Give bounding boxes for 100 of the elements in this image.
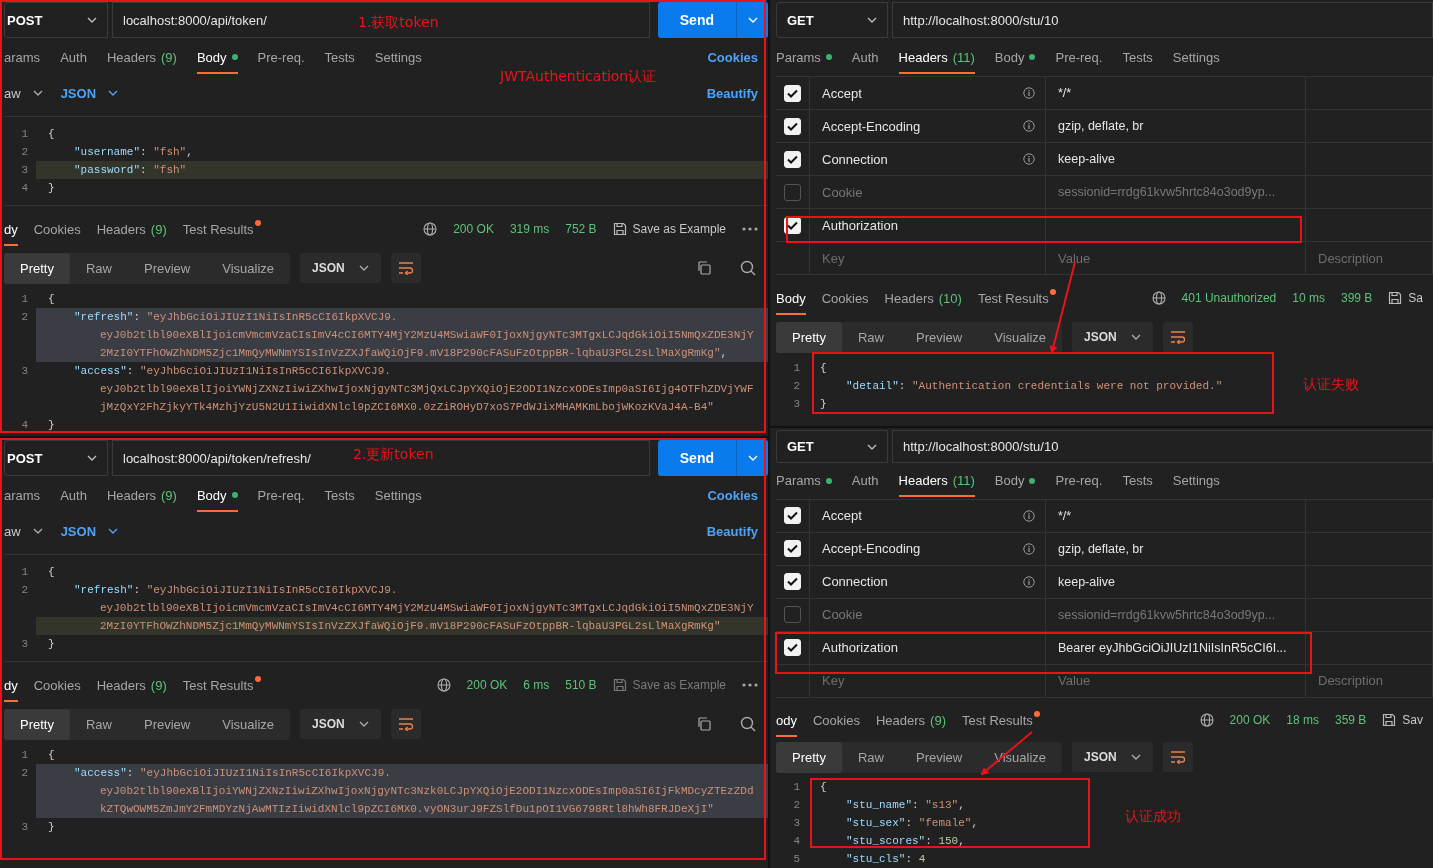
response-tab[interactable]: Test Results	[182, 668, 261, 702]
cookies-link[interactable]: Cookies	[707, 487, 758, 503]
request-tab[interactable]: Headers (9)	[106, 478, 177, 512]
view-tab[interactable]: Raw	[841, 321, 900, 353]
response-tab[interactable]: Test Results	[977, 281, 1056, 315]
format-dropdown[interactable]: JSON	[300, 709, 381, 739]
check-icon	[787, 643, 798, 653]
wrap-lines-button[interactable]	[390, 709, 421, 739]
view-tab[interactable]: Visualize	[206, 252, 291, 284]
method-dropdown[interactable]: GET	[776, 430, 888, 464]
format-dropdown[interactable]: JSON	[1072, 322, 1153, 352]
request-tab[interactable]: Tests	[324, 40, 355, 74]
request-tab[interactable]: Tests	[1122, 40, 1153, 74]
view-tab[interactable]: Preview	[128, 708, 207, 740]
view-tab[interactable]: Pretty	[776, 321, 842, 353]
request-tab[interactable]: Settings	[374, 478, 422, 512]
view-tab[interactable]: Raw	[841, 741, 900, 773]
response-tab[interactable]: dy	[4, 212, 18, 246]
request-tab[interactable]: Auth	[851, 40, 879, 74]
response-tab[interactable]: Test Results	[182, 212, 261, 246]
view-tab[interactable]: Preview	[128, 252, 207, 284]
beautify-link[interactable]: Beautify	[706, 85, 758, 101]
request-tab[interactable]: Params	[776, 464, 832, 498]
checkbox[interactable]	[784, 606, 801, 624]
response-tab[interactable]: Body	[776, 281, 806, 315]
method-dropdown[interactable]: GET	[776, 2, 888, 38]
request-tab[interactable]: Pre-req.	[257, 478, 305, 512]
copy-icon[interactable]	[696, 260, 712, 276]
response-tab[interactable]: Test Results	[961, 703, 1040, 737]
status-code: 200 OK	[466, 678, 508, 692]
format-dropdown[interactable]: JSON	[300, 253, 381, 283]
response-tab[interactable]: dy	[4, 668, 18, 702]
response-tab[interactable]: Cookies	[812, 703, 860, 737]
request-tab[interactable]: arams	[4, 478, 41, 512]
request-tab[interactable]: Tests	[1122, 464, 1153, 498]
request-tab[interactable]: arams	[4, 40, 41, 74]
request-tab[interactable]: Pre-req.	[1055, 464, 1103, 498]
body-mode-dropdown[interactable]: aw	[4, 517, 51, 545]
response-tab[interactable]: Cookies	[821, 281, 869, 315]
body-mode-dropdown[interactable]: aw	[4, 79, 51, 107]
request-tab[interactable]: Settings	[1172, 40, 1220, 74]
save-example-button[interactable]: Sav	[1382, 713, 1423, 728]
search-icon[interactable]	[740, 260, 756, 276]
save-example-button[interactable]: Sa	[1388, 291, 1423, 305]
url-field[interactable]: http://localhost:8000/stu/10	[892, 2, 1433, 38]
response-tab[interactable]: Headers (9)	[875, 703, 946, 737]
response-tab[interactable]: Cookies	[33, 668, 81, 702]
request-tab[interactable]: Settings	[374, 40, 422, 74]
request-tab[interactable]: Body	[994, 464, 1036, 498]
response-tab[interactable]: Headers (9)	[96, 212, 167, 246]
response-tab[interactable]: Headers (9)	[96, 668, 167, 702]
request-tab[interactable]: Body	[994, 40, 1036, 74]
copy-icon[interactable]	[696, 716, 712, 732]
view-tab[interactable]: Raw	[69, 708, 128, 740]
wrap-lines-button[interactable]	[1162, 742, 1193, 773]
request-tab[interactable]: Auth	[60, 478, 87, 512]
view-tab[interactable]: Preview	[900, 741, 979, 773]
save-example-button[interactable]: Save as Example	[612, 222, 726, 236]
request-tab[interactable]: Params	[776, 40, 832, 74]
request-tab[interactable]: Auth	[851, 464, 879, 498]
send-button[interactable]: Send	[657, 440, 736, 476]
view-tab[interactable]: Pretty	[4, 708, 70, 740]
method-dropdown[interactable]: POST	[4, 440, 108, 476]
request-tab[interactable]: Headers (11)	[898, 464, 975, 498]
chevron-down-icon	[87, 17, 97, 23]
response-tab[interactable]: Headers (10)	[884, 281, 962, 315]
view-tab[interactable]: Preview	[900, 321, 979, 353]
request-tab[interactable]: Headers (11)	[898, 40, 975, 74]
request-tab[interactable]: Tests	[324, 478, 355, 512]
response-tab[interactable]: Cookies	[33, 212, 81, 246]
view-tab[interactable]: Pretty	[4, 252, 70, 284]
view-tab[interactable]: Pretty	[776, 741, 842, 773]
request-tab[interactable]: Pre-req.	[257, 40, 305, 74]
view-tab[interactable]: Raw	[69, 252, 128, 284]
request-tab[interactable]: Auth	[60, 40, 87, 74]
response-size: 359 B	[1334, 713, 1367, 728]
send-button[interactable]: Send	[657, 2, 736, 38]
wrap-lines-button[interactable]	[390, 253, 421, 283]
body-format-dropdown[interactable]: JSON	[60, 79, 127, 107]
view-tab[interactable]: Visualize	[206, 708, 291, 740]
more-icon[interactable]	[742, 227, 758, 231]
method-dropdown[interactable]: POST	[4, 2, 108, 38]
request-tab[interactable]: Headers (9)	[106, 40, 177, 74]
search-icon[interactable]	[740, 716, 756, 732]
checkbox[interactable]	[784, 183, 801, 201]
info-icon	[1023, 153, 1035, 165]
request-tab[interactable]: Settings	[1172, 464, 1220, 498]
cookies-link[interactable]: Cookies	[707, 49, 758, 65]
view-tab[interactable]: Visualize	[978, 321, 1063, 353]
url-field[interactable]: http://localhost:8000/stu/10	[892, 430, 1433, 464]
beautify-link[interactable]: Beautify	[706, 523, 758, 539]
check-icon	[787, 154, 798, 164]
request-tab[interactable]: Pre-req.	[1055, 40, 1103, 74]
body-format-dropdown[interactable]: JSON	[60, 517, 127, 545]
request-tab[interactable]: Body	[196, 40, 238, 74]
format-dropdown[interactable]: JSON	[1072, 742, 1153, 773]
request-tab[interactable]: Body	[196, 478, 238, 512]
more-icon[interactable]	[742, 683, 758, 687]
response-tab[interactable]: ody	[776, 703, 797, 737]
wrap-lines-button[interactable]	[1162, 322, 1193, 352]
